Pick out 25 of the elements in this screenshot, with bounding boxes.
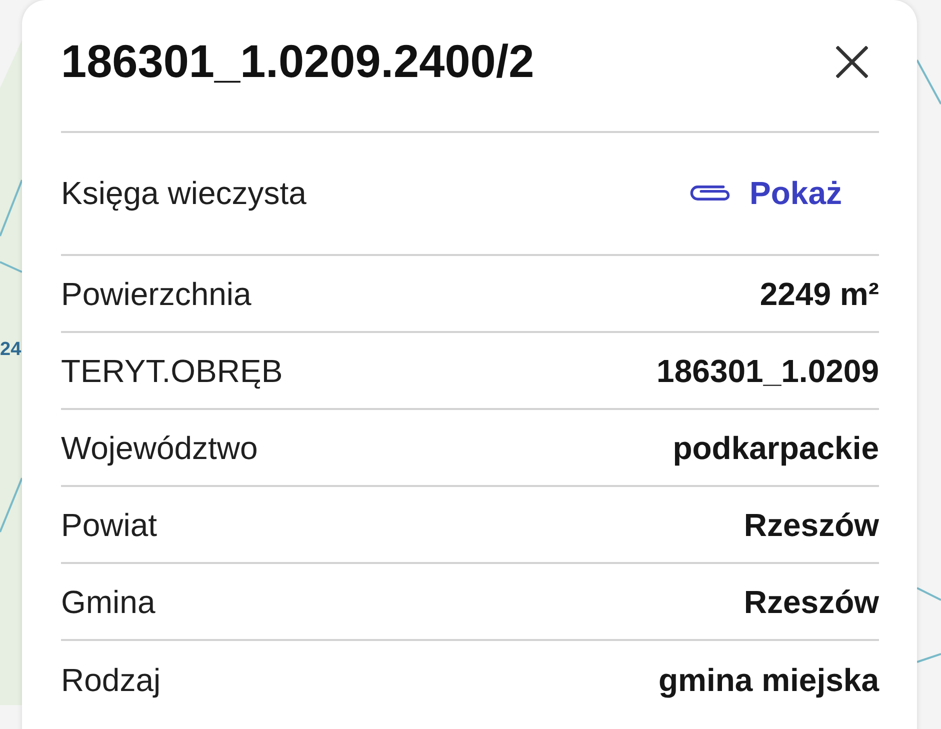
boundary-line xyxy=(916,587,941,601)
attribute-label: TERYT.OBRĘB xyxy=(61,352,283,391)
paperclip-icon xyxy=(690,185,730,202)
boundary-line xyxy=(916,653,941,663)
close-button[interactable] xyxy=(835,44,869,78)
close-icon xyxy=(836,46,868,78)
attribute-value: 2249 m² xyxy=(760,275,879,314)
map-label: 24 xyxy=(0,339,22,361)
attribute-label: Powierzchnia xyxy=(61,275,252,314)
boundary-line xyxy=(0,261,22,273)
attribute-label: Gmina xyxy=(61,583,156,622)
show-link[interactable]: Pokaż xyxy=(690,174,842,213)
attribute-value: 186301_1.0209 xyxy=(656,352,879,391)
attribute-value: Rzeszów xyxy=(744,583,879,622)
parcel-title: 186301_1.0209.2400/2 xyxy=(61,34,534,89)
boundary-line xyxy=(916,60,941,104)
attribute-label: Powiat xyxy=(61,506,158,545)
attribute-value: podkarpackie xyxy=(672,429,879,468)
land-register-label: Księga wieczysta xyxy=(61,174,306,213)
attribute-value: gmina miejska xyxy=(658,661,879,700)
boundary-line xyxy=(0,478,23,532)
attribute-label: Rodzaj xyxy=(61,661,161,700)
boundary-line xyxy=(0,180,23,236)
attribute-label: Województwo xyxy=(61,429,258,468)
attribute-value: Rzeszów xyxy=(744,506,879,545)
